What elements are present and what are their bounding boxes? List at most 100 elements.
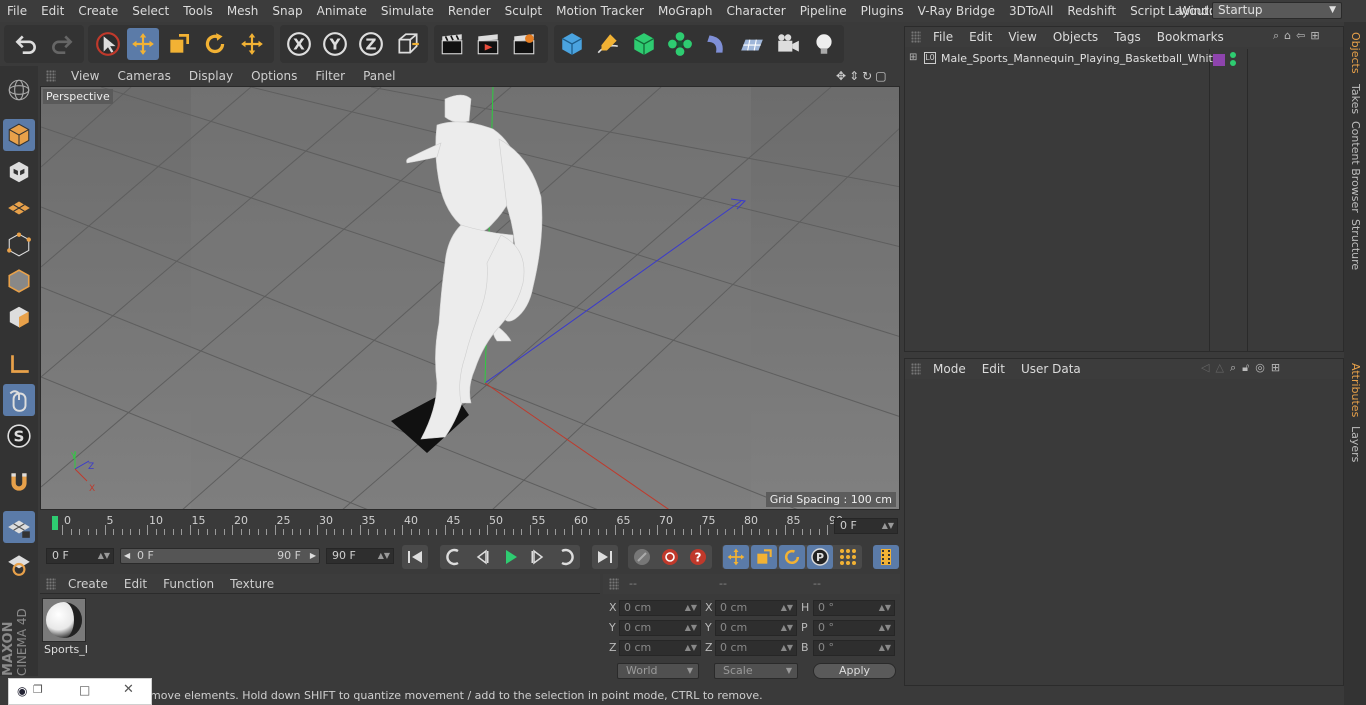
rot-h-field[interactable]: 0 ° ▲▼ <box>813 600 895 616</box>
menu-edit[interactable]: Edit <box>34 0 71 22</box>
maximize-icon[interactable]: □ <box>79 683 90 697</box>
menu-mesh[interactable]: Mesh <box>220 0 266 22</box>
material-swatch[interactable]: Sports_I <box>42 598 88 656</box>
record-active-objects-button[interactable] <box>629 545 655 569</box>
snap-button[interactable] <box>3 466 35 498</box>
previous-frame-button[interactable] <box>469 545 495 569</box>
menu-animate[interactable]: Animate <box>310 0 374 22</box>
texture-mode-button[interactable] <box>3 156 35 188</box>
playhead-marker[interactable] <box>52 516 58 530</box>
material-menu-function[interactable]: Function <box>155 577 222 591</box>
transform-tool-button[interactable] <box>236 28 268 60</box>
tab-objects[interactable]: Objects <box>1345 28 1366 78</box>
size-y-field[interactable]: 0 cm ▲▼ <box>715 620 797 636</box>
layout-select[interactable]: Startup ▼ <box>1212 2 1342 19</box>
viewport-menu-panel[interactable]: Panel <box>354 69 404 83</box>
menu-mograph[interactable]: MoGraph <box>651 0 720 22</box>
close-icon[interactable]: ✕ <box>123 682 134 697</box>
next-frame-button[interactable] <box>525 545 551 569</box>
viewport-menu-filter[interactable]: Filter <box>306 69 354 83</box>
enable-axis-button[interactable] <box>3 349 35 381</box>
menu-create[interactable]: Create <box>71 0 125 22</box>
scale-track-button[interactable] <box>751 545 777 569</box>
workplane-mode-button[interactable] <box>3 192 35 224</box>
polygons-mode-button[interactable] <box>3 301 35 333</box>
camera-object-button[interactable] <box>772 28 804 60</box>
cube-object-button[interactable] <box>556 28 588 60</box>
pos-x-field[interactable]: 0 cm ▲▼ <box>619 600 701 616</box>
redo-button[interactable] <box>46 28 78 60</box>
size-z-field[interactable]: 0 cm ▲▼ <box>715 640 797 656</box>
restore-icon[interactable]: ❐ <box>33 683 43 696</box>
material-menu-edit[interactable]: Edit <box>116 577 155 591</box>
play-forward-button[interactable] <box>497 545 523 569</box>
dolly-icon[interactable]: ⇕ <box>849 69 859 83</box>
attribute-menu-mode[interactable]: Mode <box>925 362 974 376</box>
lock-icon[interactable]: 🔓︎ <box>1242 361 1249 377</box>
rotation-track-button[interactable] <box>779 545 805 569</box>
point-level-animation-button[interactable] <box>835 545 861 569</box>
editor-visibility-dot[interactable] <box>1230 52 1236 58</box>
model-mode-button[interactable] <box>3 119 35 151</box>
parameter-track-button[interactable]: P <box>807 545 833 569</box>
edges-mode-button[interactable] <box>3 265 35 297</box>
attribute-menu-edit[interactable]: Edit <box>974 362 1013 376</box>
undo-button[interactable] <box>10 28 42 60</box>
timeline-window-button[interactable] <box>873 545 899 569</box>
material-menu-create[interactable]: Create <box>60 577 116 591</box>
tweak-mode-button[interactable] <box>3 384 35 416</box>
new-panel-icon[interactable]: ⊞ <box>1310 29 1319 45</box>
arrow-up-icon[interactable]: △ <box>1215 361 1223 377</box>
rotate-tool-button[interactable] <box>199 28 231 60</box>
pos-z-field[interactable]: 0 cm ▲▼ <box>619 640 701 656</box>
scale-tool-button[interactable] <box>163 28 195 60</box>
pen-spline-button[interactable] <box>592 28 624 60</box>
search-icon[interactable]: ⌕ <box>1230 361 1236 377</box>
tab-attributes[interactable]: Attributes <box>1345 360 1366 420</box>
z-axis-lock-button[interactable]: Z <box>355 28 387 60</box>
workplane-lock-button[interactable] <box>3 511 35 543</box>
new-panel-icon[interactable]: ⊞ <box>1271 361 1280 377</box>
menu-motion-tracker[interactable]: Motion Tracker <box>549 0 651 22</box>
frame-range-slider[interactable]: ◀ 0 F 90 F ▶ <box>120 548 320 564</box>
orbit-icon[interactable]: ↻ <box>862 69 872 83</box>
search-icon[interactable]: ⌕ <box>1273 29 1279 45</box>
rot-b-field[interactable]: 0 ° ▲▼ <box>813 640 895 656</box>
menu-snap[interactable]: Snap <box>265 0 309 22</box>
viewport-menu-view[interactable]: View <box>62 69 108 83</box>
menu-plugins[interactable]: Plugins <box>854 0 911 22</box>
object-menu-file[interactable]: File <box>925 30 961 44</box>
subdivision-surface-button[interactable] <box>628 28 660 60</box>
tab-layers[interactable]: Layers <box>1345 424 1366 464</box>
size-mode-dropdown[interactable]: Scale ▼ <box>714 663 798 679</box>
expand-icon[interactable]: ⊞ <box>909 52 917 63</box>
tab-takes[interactable]: Takes <box>1345 80 1366 118</box>
tab-structure[interactable]: Structure <box>1345 216 1366 274</box>
menu-redshift[interactable]: Redshift <box>1060 0 1123 22</box>
solo-button[interactable]: S <box>3 420 35 452</box>
size-x-field[interactable]: 0 cm ▲▼ <box>715 600 797 616</box>
move-tool-button[interactable] <box>127 28 159 60</box>
menu-character[interactable]: Character <box>719 0 792 22</box>
cloner-button[interactable] <box>664 28 696 60</box>
light-object-button[interactable] <box>808 28 840 60</box>
menu-pipeline[interactable]: Pipeline <box>793 0 854 22</box>
perspective-viewport[interactable]: Y Z X Perspective Grid Spacing : 100 cm <box>40 86 900 510</box>
arrow-left-icon[interactable]: ◁ <box>1201 361 1209 377</box>
menu-sculpt[interactable]: Sculpt <box>498 0 549 22</box>
attribute-menu-user-data[interactable]: User Data <box>1013 362 1089 376</box>
menu-script[interactable]: Script <box>1123 0 1172 22</box>
current-frame-field[interactable]: 0 F ▲▼ <box>834 518 898 534</box>
next-key-button[interactable] <box>553 545 579 569</box>
deformer-button[interactable] <box>700 28 732 60</box>
object-menu-objects[interactable]: Objects <box>1045 30 1106 44</box>
tab-content-browser[interactable]: Content Browser <box>1345 120 1366 214</box>
make-editable-button[interactable] <box>3 74 35 106</box>
object-menu-bookmarks[interactable]: Bookmarks <box>1149 30 1232 44</box>
position-track-button[interactable] <box>723 545 749 569</box>
object-menu-edit[interactable]: Edit <box>961 30 1000 44</box>
keyframe-selection-button[interactable]: ? <box>685 545 711 569</box>
pos-y-field[interactable]: 0 cm ▲▼ <box>619 620 701 636</box>
pan-icon[interactable]: ✥ <box>836 69 846 83</box>
go-to-start-button[interactable] <box>402 545 428 569</box>
